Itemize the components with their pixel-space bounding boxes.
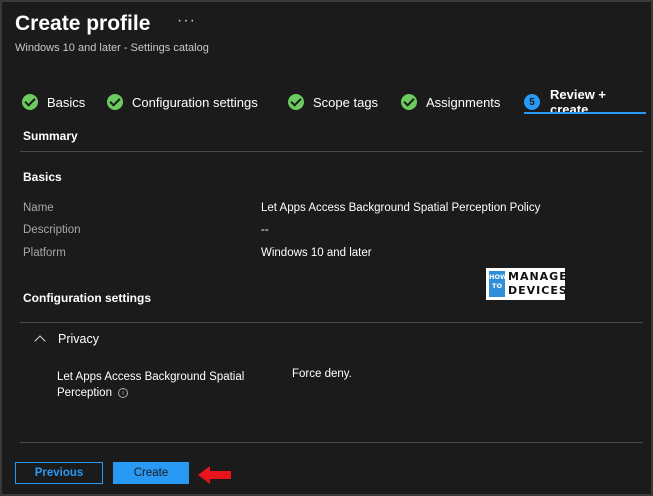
- setting-name-text: Let Apps Access Background Spatial Perce…: [57, 371, 245, 399]
- field-value-name: Let Apps Access Background Spatial Perce…: [261, 202, 541, 214]
- check-icon: [401, 94, 417, 110]
- step-number-badge: 5: [524, 94, 540, 110]
- privacy-label: Privacy: [58, 332, 99, 346]
- check-icon: [288, 94, 304, 110]
- page-subtitle: Windows 10 and later - Settings catalog: [15, 42, 209, 54]
- field-key-platform: Platform: [23, 247, 66, 259]
- info-icon[interactable]: i: [117, 387, 128, 398]
- basics-heading: Basics: [23, 170, 62, 184]
- logo-manage: MANAGE: [508, 270, 568, 283]
- step-scope-tags[interactable]: Scope tags: [288, 90, 378, 114]
- configuration-settings-heading: Configuration settings: [23, 291, 151, 305]
- privacy-group-toggle[interactable]: Privacy: [34, 332, 99, 347]
- check-icon: [22, 94, 38, 110]
- step-assignments[interactable]: Assignments: [401, 90, 500, 114]
- field-value-platform: Windows 10 and later: [261, 247, 372, 259]
- active-step-indicator: [524, 112, 646, 114]
- step-configuration-settings[interactable]: Configuration settings: [107, 90, 258, 114]
- step-label: Assignments: [426, 94, 501, 110]
- logo-how-to: HOW TO: [489, 271, 507, 297]
- step-basics[interactable]: Basics: [22, 90, 85, 114]
- divider: [20, 442, 643, 443]
- previous-button[interactable]: Previous: [15, 462, 103, 484]
- logo-devices: DEVICES: [508, 284, 568, 297]
- divider: [20, 151, 643, 152]
- step-label: Scope tags: [313, 94, 379, 110]
- chevron-up-icon: [34, 335, 46, 347]
- step-label: Basics: [47, 94, 86, 110]
- setting-name: Let Apps Access Background Spatial Perce…: [57, 369, 267, 401]
- field-value-description: --: [261, 224, 269, 236]
- summary-heading: Summary: [23, 129, 78, 143]
- field-key-description: Description: [23, 224, 81, 236]
- howto-manage-devices-logo: HOW TO MANAGE DEVICES: [486, 268, 568, 300]
- setting-value: Force deny.: [292, 368, 352, 380]
- check-icon: [107, 94, 123, 110]
- create-button[interactable]: Create: [113, 462, 189, 484]
- divider: [20, 322, 643, 323]
- wizard-steps: Basics Configuration settings Scope tags…: [22, 87, 646, 118]
- page-title: Create profile: [15, 12, 151, 35]
- create-profile-panel: Create profile ··· Windows 10 and later …: [0, 0, 653, 496]
- field-key-name: Name: [23, 202, 54, 214]
- more-options-icon[interactable]: ···: [177, 12, 196, 30]
- red-arrow-annotation-icon: [198, 466, 231, 484]
- step-label: Configuration settings: [132, 94, 258, 110]
- step-review-create[interactable]: 5 Review + create: [524, 87, 643, 117]
